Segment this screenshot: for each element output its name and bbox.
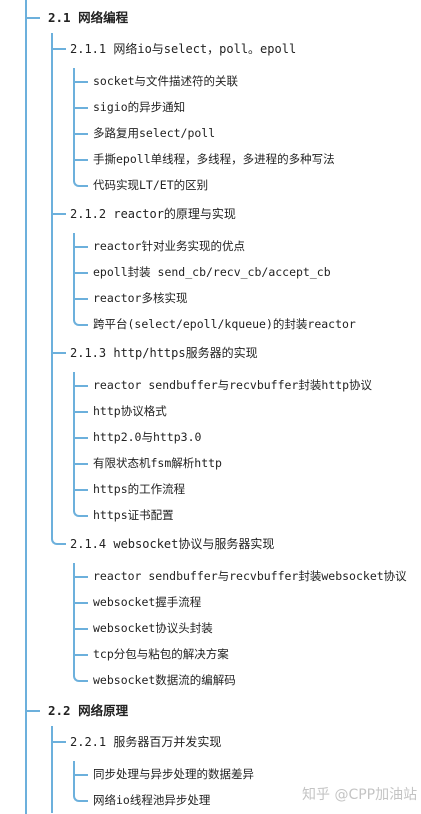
topic-row[interactable]: reactor sendbuffer与recvbuffer封装websocket… bbox=[73, 563, 421, 589]
topic-node: 代码实现LT/ET的区别 bbox=[73, 172, 421, 198]
topic-label: 代码实现LT/ET的区别 bbox=[93, 178, 209, 192]
topic-list: socket与文件描述符的关联 sigio的异步通知多路复用select/poll… bbox=[73, 63, 421, 198]
section-node: 2.1 网络编程 2.1.1 网络io与select，poll。epoll sock… bbox=[25, 0, 421, 693]
topic-label: sigio的异步通知 bbox=[93, 100, 186, 114]
topic-label: 跨平台(select/epoll/kqueue)的封装reactor bbox=[93, 317, 356, 331]
topic-label: reactor针对业务实现的优点 bbox=[93, 239, 245, 253]
topic-node: 有限状态机fsm解析http bbox=[73, 450, 421, 476]
topic-label: 多路复用select/poll bbox=[93, 126, 216, 140]
topic-node: websocket握手流程 bbox=[73, 589, 421, 615]
topic-row[interactable]: websocket协议头封装 bbox=[73, 615, 421, 641]
topic-node: 多路复用select/poll bbox=[73, 120, 421, 146]
topic-node: https的工作流程 bbox=[73, 476, 421, 502]
topic-label: socket与文件描述符的关联 bbox=[93, 74, 239, 88]
topic-node: tcp分包与粘包的解决方案 bbox=[73, 641, 421, 667]
subsection-row[interactable]: 2.1.1 网络io与select，poll。epoll bbox=[51, 33, 421, 63]
topic-node: websocket数据流的编解码 bbox=[73, 667, 421, 693]
topic-row[interactable]: reactor多核实现 bbox=[73, 285, 421, 311]
topic-row[interactable]: 代码实现LT/ET的区别 bbox=[73, 172, 421, 198]
topic-row[interactable]: https的工作流程 bbox=[73, 476, 421, 502]
topic-label: reactor sendbuffer与recvbuffer封装http协议 bbox=[93, 378, 373, 392]
subsection-node: 2.1.4 websocket协议与服务器实现 reactor sendbuffe… bbox=[51, 528, 421, 693]
topic-node: http2.0与http3.0 bbox=[73, 424, 421, 450]
watermark: 知乎 @CPP加油站 bbox=[302, 787, 418, 803]
subsection-title: 2.1.1 网络io与select，poll。epoll bbox=[70, 41, 297, 56]
topic-label: websocket协议头封装 bbox=[93, 621, 213, 635]
topic-node: socket与文件描述符的关联 bbox=[73, 68, 421, 94]
topic-row[interactable]: reactor针对业务实现的优点 bbox=[73, 233, 421, 259]
topic-label: https的工作流程 bbox=[93, 482, 186, 496]
topic-node: epoll封装 send_cb/recv_cb/accept_cb bbox=[73, 259, 421, 285]
topic-row[interactable]: 跨平台(select/epoll/kqueue)的封装reactor bbox=[73, 311, 421, 337]
outline-tree: 2.1 网络编程 2.1.1 网络io与select，poll。epoll sock… bbox=[25, 0, 421, 813]
topic-row[interactable]: 手撕epoll单线程，多线程，多进程的多种写法 bbox=[73, 146, 421, 172]
subsection-node: 2.1.1 网络io与select，poll。epoll socket与文件描述符… bbox=[51, 33, 421, 198]
subsection-title: 2.2.1 服务器百万并发实现 bbox=[70, 734, 222, 749]
subsection-row[interactable]: 2.1.4 websocket协议与服务器实现 bbox=[51, 528, 421, 558]
topic-list: reactor sendbuffer与recvbuffer封装websocket… bbox=[73, 558, 421, 693]
subsection-row[interactable]: 2.1.2 reactor的原理与实现 bbox=[51, 198, 421, 228]
topic-node: 跨平台(select/epoll/kqueue)的封装reactor bbox=[73, 311, 421, 337]
topic-label: epoll封装 send_cb/recv_cb/accept_cb bbox=[93, 265, 331, 279]
topic-node: sigio的异步通知 bbox=[73, 94, 421, 120]
topic-label: http协议格式 bbox=[93, 404, 167, 418]
section-title: 2.2 网络原理 bbox=[48, 703, 129, 718]
topic-label: 有限状态机fsm解析http bbox=[93, 456, 222, 470]
topic-list: reactor sendbuffer与recvbuffer封装http协议 htt… bbox=[73, 367, 421, 528]
topic-label: tcp分包与粘包的解决方案 bbox=[93, 647, 229, 661]
topic-row[interactable]: http2.0与http3.0 bbox=[73, 424, 421, 450]
topic-node: reactor针对业务实现的优点 bbox=[73, 233, 421, 259]
subsection-node: 2.1.3 http/https服务器的实现 reactor sendbuffer… bbox=[51, 337, 421, 528]
topic-node: https证书配置 bbox=[73, 502, 421, 528]
subsection-row[interactable]: 2.2.1 服务器百万并发实现 bbox=[51, 726, 421, 756]
topic-row[interactable]: http协议格式 bbox=[73, 398, 421, 424]
topic-label: reactor sendbuffer与recvbuffer封装websocket… bbox=[93, 569, 407, 583]
topic-row[interactable]: socket与文件描述符的关联 bbox=[73, 68, 421, 94]
topic-label: 同步处理与异步处理的数据差异 bbox=[93, 767, 254, 781]
subsection-title: 2.1.2 reactor的原理与实现 bbox=[70, 206, 236, 221]
topic-row[interactable]: https证书配置 bbox=[73, 502, 421, 528]
topic-row[interactable]: 多路复用select/poll bbox=[73, 120, 421, 146]
topic-label: 网络io线程池异步处理 bbox=[93, 793, 211, 807]
topic-row[interactable]: epoll封装 send_cb/recv_cb/accept_cb bbox=[73, 259, 421, 285]
topic-label: 手撕epoll单线程，多线程，多进程的多种写法 bbox=[93, 152, 335, 166]
topic-node: websocket协议头封装 bbox=[73, 615, 421, 641]
topic-row[interactable]: sigio的异步通知 bbox=[73, 94, 421, 120]
topic-row[interactable]: 有限状态机fsm解析http bbox=[73, 450, 421, 476]
topic-list: reactor针对业务实现的优点 epoll封装 send_cb/recv_cb/… bbox=[73, 228, 421, 337]
subsection-title: 2.1.3 http/https服务器的实现 bbox=[70, 345, 258, 360]
topic-label: websocket数据流的编解码 bbox=[93, 673, 236, 687]
topic-label: https证书配置 bbox=[93, 508, 174, 522]
topic-label: http2.0与http3.0 bbox=[93, 430, 202, 444]
topic-node: reactor sendbuffer与recvbuffer封装websocket… bbox=[73, 563, 421, 589]
topic-label: reactor多核实现 bbox=[93, 291, 188, 305]
subsection-row[interactable]: 2.1.3 http/https服务器的实现 bbox=[51, 337, 421, 367]
topic-label: websocket握手流程 bbox=[93, 595, 202, 609]
topic-node: reactor sendbuffer与recvbuffer封装http协议 bbox=[73, 372, 421, 398]
topic-node: http协议格式 bbox=[73, 398, 421, 424]
topic-row[interactable]: reactor sendbuffer与recvbuffer封装http协议 bbox=[73, 372, 421, 398]
topic-row[interactable]: websocket握手流程 bbox=[73, 589, 421, 615]
topic-row[interactable]: tcp分包与粘包的解决方案 bbox=[73, 641, 421, 667]
topic-node: 手撕epoll单线程，多线程，多进程的多种写法 bbox=[73, 146, 421, 172]
section-row[interactable]: 2.2 网络原理 bbox=[25, 693, 421, 726]
topic-node: reactor多核实现 bbox=[73, 285, 421, 311]
topic-row[interactable]: websocket数据流的编解码 bbox=[73, 667, 421, 693]
section-row[interactable]: 2.1 网络编程 bbox=[25, 0, 421, 33]
section-title: 2.1 网络编程 bbox=[48, 10, 129, 25]
subsection-list: 2.1.1 网络io与select，poll。epoll socket与文件描述符… bbox=[51, 33, 421, 693]
subsection-node: 2.1.2 reactor的原理与实现 reactor针对业务实现的优点 epoll… bbox=[51, 198, 421, 337]
subsection-title: 2.1.4 websocket协议与服务器实现 bbox=[70, 536, 275, 551]
